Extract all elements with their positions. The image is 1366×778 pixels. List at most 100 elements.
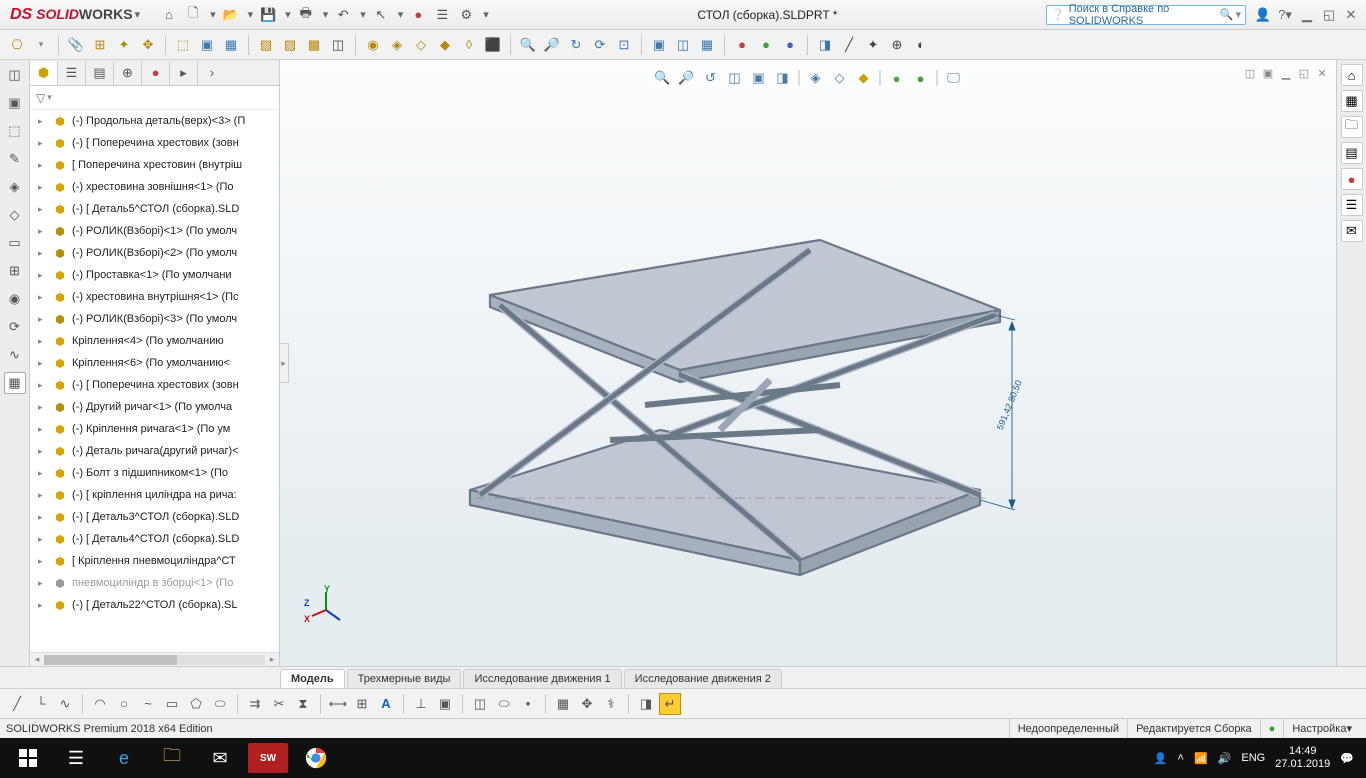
- sk-conv-icon[interactable]: ◫: [469, 693, 491, 715]
- volume-icon[interactable]: 🔊: [1218, 752, 1232, 765]
- lr-surf-icon[interactable]: ◇: [4, 204, 26, 226]
- tree-tab-next-icon[interactable]: ›: [198, 61, 226, 85]
- tree-item[interactable]: ▸⬢[ Кріплення пневмоциліндра^СТ: [30, 550, 279, 572]
- select-dd-icon[interactable]: ▾: [398, 8, 404, 21]
- lr-part-icon[interactable]: ⬚: [4, 120, 26, 142]
- rebuild-icon[interactable]: ●: [409, 6, 427, 24]
- tp-home-icon[interactable]: ⌂: [1341, 64, 1363, 86]
- close-icon[interactable]: ✕: [1342, 6, 1360, 24]
- color2-icon[interactable]: ●: [755, 34, 777, 56]
- cube5-icon[interactable]: ▨: [279, 34, 301, 56]
- tree-item[interactable]: ▸⬢(-) Болт з підшипником<1> (По: [30, 462, 279, 484]
- move-icon[interactable]: ✥: [137, 34, 159, 56]
- chrome-icon[interactable]: [292, 738, 340, 778]
- lr-sheet-icon[interactable]: ▭: [4, 232, 26, 254]
- status-rebuild-icon[interactable]: ●: [1260, 719, 1284, 738]
- ref5-icon[interactable]: ◐: [910, 34, 932, 56]
- cube6-icon[interactable]: ▩: [303, 34, 325, 56]
- sk-rect-icon[interactable]: ▭: [161, 693, 183, 715]
- help-search[interactable]: ❔ Поиск в Справке по SOLIDWORKS 🔍 ▾: [1046, 5, 1246, 25]
- expand-icon[interactable]: ▸: [38, 270, 48, 281]
- vp-close-icon[interactable]: ✕: [1314, 66, 1330, 80]
- logo-dropdown-icon[interactable]: ▾: [135, 8, 141, 21]
- expand-icon[interactable]: ▸: [38, 380, 48, 391]
- search-icon[interactable]: 🔍: [1220, 8, 1234, 21]
- feat3-icon[interactable]: ◇: [410, 34, 432, 56]
- tab-motion-1[interactable]: Исследование движения 1: [463, 669, 621, 688]
- undo-dd-icon[interactable]: ▾: [360, 8, 366, 21]
- expand-icon[interactable]: ▸: [38, 204, 48, 215]
- viewport[interactable]: ▸ 🔍 🔎 ↺ ◫ ▣ ◨ ◈ ◇ ◆ ● ● 🖵 ◫ ▣ ▁ ◱ ✕: [280, 60, 1336, 666]
- solidworks-taskbar-icon[interactable]: SW: [248, 743, 288, 773]
- explorer-icon[interactable]: 🗀: [148, 738, 196, 778]
- new-icon[interactable]: 🗋: [184, 6, 202, 24]
- sk-mirror-icon[interactable]: ⧗: [292, 693, 314, 715]
- tree-item[interactable]: ▸⬢[ Поперечина хрестовин (внутріш: [30, 154, 279, 176]
- expand-icon[interactable]: ▸: [38, 556, 48, 567]
- hud-render-icon[interactable]: ●: [911, 68, 931, 88]
- view5-icon[interactable]: ⊡: [613, 34, 635, 56]
- sk-poly-icon[interactable]: ⬠: [185, 693, 207, 715]
- tree-item[interactable]: ▸⬢(-) [ Деталь3^СТОЛ (сборка).SLD: [30, 506, 279, 528]
- tree-item[interactable]: ▸⬢Кріплення<6> (По умолчанию<: [30, 352, 279, 374]
- tree-item[interactable]: ▸⬢(-) хрестовина зовнішня<1> (По: [30, 176, 279, 198]
- expand-icon[interactable]: ▸: [38, 446, 48, 457]
- expand-icon[interactable]: ▸: [38, 600, 48, 611]
- view1-icon[interactable]: 🔍: [517, 34, 539, 56]
- tree-item[interactable]: ▸⬢(-) [ Поперечина хрестових (зовн: [30, 132, 279, 154]
- hud-prev-view-icon[interactable]: ↺: [701, 68, 721, 88]
- scroll-right-icon[interactable]: ▸: [265, 654, 279, 665]
- disp1-icon[interactable]: ▣: [648, 34, 670, 56]
- save-icon[interactable]: 💾: [259, 6, 277, 24]
- sk-dim-icon[interactable]: ⟷: [327, 693, 349, 715]
- tree-item[interactable]: ▸⬢(-) Проставка<1> (По умолчани: [30, 264, 279, 286]
- sk-end1-icon[interactable]: ◨: [635, 693, 657, 715]
- tray-up-icon[interactable]: ˄: [1178, 752, 1184, 764]
- tree-tab-config-icon[interactable]: ▤: [86, 61, 114, 85]
- sk-point-icon[interactable]: •: [517, 693, 539, 715]
- feat1-icon[interactable]: ◉: [362, 34, 384, 56]
- expand-icon[interactable]: ▸: [38, 336, 48, 347]
- sk-ellipse-icon[interactable]: ⬭: [209, 693, 231, 715]
- sk-exit-icon[interactable]: ↵: [659, 693, 681, 715]
- hud-zoom-area-icon[interactable]: 🔎: [677, 68, 697, 88]
- minimize-icon[interactable]: ▁: [1298, 6, 1316, 24]
- feat5-icon[interactable]: ◊: [458, 34, 480, 56]
- tree-tab-display-icon[interactable]: ⊕: [114, 61, 142, 85]
- sk-line-icon[interactable]: ╱: [6, 693, 28, 715]
- hud-display-style-icon[interactable]: ◨: [773, 68, 793, 88]
- undo-icon[interactable]: ↶: [334, 6, 352, 24]
- tree-item[interactable]: ▸⬢(-) [ Деталь5^СТОЛ (сборка).SLD: [30, 198, 279, 220]
- home-icon[interactable]: ⌂: [160, 6, 178, 24]
- expand-icon[interactable]: ▸: [38, 314, 48, 325]
- cube4-icon[interactable]: ▧: [255, 34, 277, 56]
- tree-item[interactable]: ▸⬢(-) [ Деталь22^СТОЛ (сборка).SL: [30, 594, 279, 616]
- tree-item[interactable]: ▸⬢Кріплення<4> (По умолчанию: [30, 330, 279, 352]
- lr-tube-icon[interactable]: ⟳: [4, 316, 26, 338]
- sk-cube-icon[interactable]: ▣: [434, 693, 456, 715]
- tp-lib-icon[interactable]: ▦: [1341, 90, 1363, 112]
- lr-weld-icon[interactable]: ⊞: [4, 260, 26, 282]
- hud-apply-color-icon[interactable]: ●: [887, 68, 907, 88]
- tree-tab-feature-icon[interactable]: ⬢: [30, 61, 58, 85]
- sk-spline-icon[interactable]: ~: [137, 693, 159, 715]
- expand-icon[interactable]: ▸: [38, 402, 48, 413]
- feat4-icon[interactable]: ◆: [434, 34, 456, 56]
- lr-eval-icon[interactable]: ◈: [4, 176, 26, 198]
- task-view-icon[interactable]: ☰: [52, 738, 100, 778]
- ref4-icon[interactable]: ⊕: [886, 34, 908, 56]
- lr-curve-icon[interactable]: ∿: [4, 344, 26, 366]
- expand-icon[interactable]: ▸: [38, 424, 48, 435]
- tree-filter[interactable]: ▽ ▾: [30, 86, 279, 110]
- clip-icon[interactable]: 📎: [65, 34, 87, 56]
- search-dd-icon[interactable]: ▾: [1235, 8, 1241, 21]
- sk-curve-icon[interactable]: ∿: [54, 693, 76, 715]
- help-menu-icon[interactable]: ?▾: [1276, 6, 1294, 24]
- pattern-icon[interactable]: ⊞: [89, 34, 111, 56]
- action-center-icon[interactable]: 💬: [1340, 752, 1354, 765]
- expand-icon[interactable]: ▸: [38, 116, 48, 127]
- hud-zoom-fit-icon[interactable]: 🔍: [653, 68, 673, 88]
- sk-slot-icon[interactable]: ⬭: [493, 693, 515, 715]
- expand-icon[interactable]: ▸: [38, 160, 48, 171]
- lr-feat-icon[interactable]: ▣: [4, 92, 26, 114]
